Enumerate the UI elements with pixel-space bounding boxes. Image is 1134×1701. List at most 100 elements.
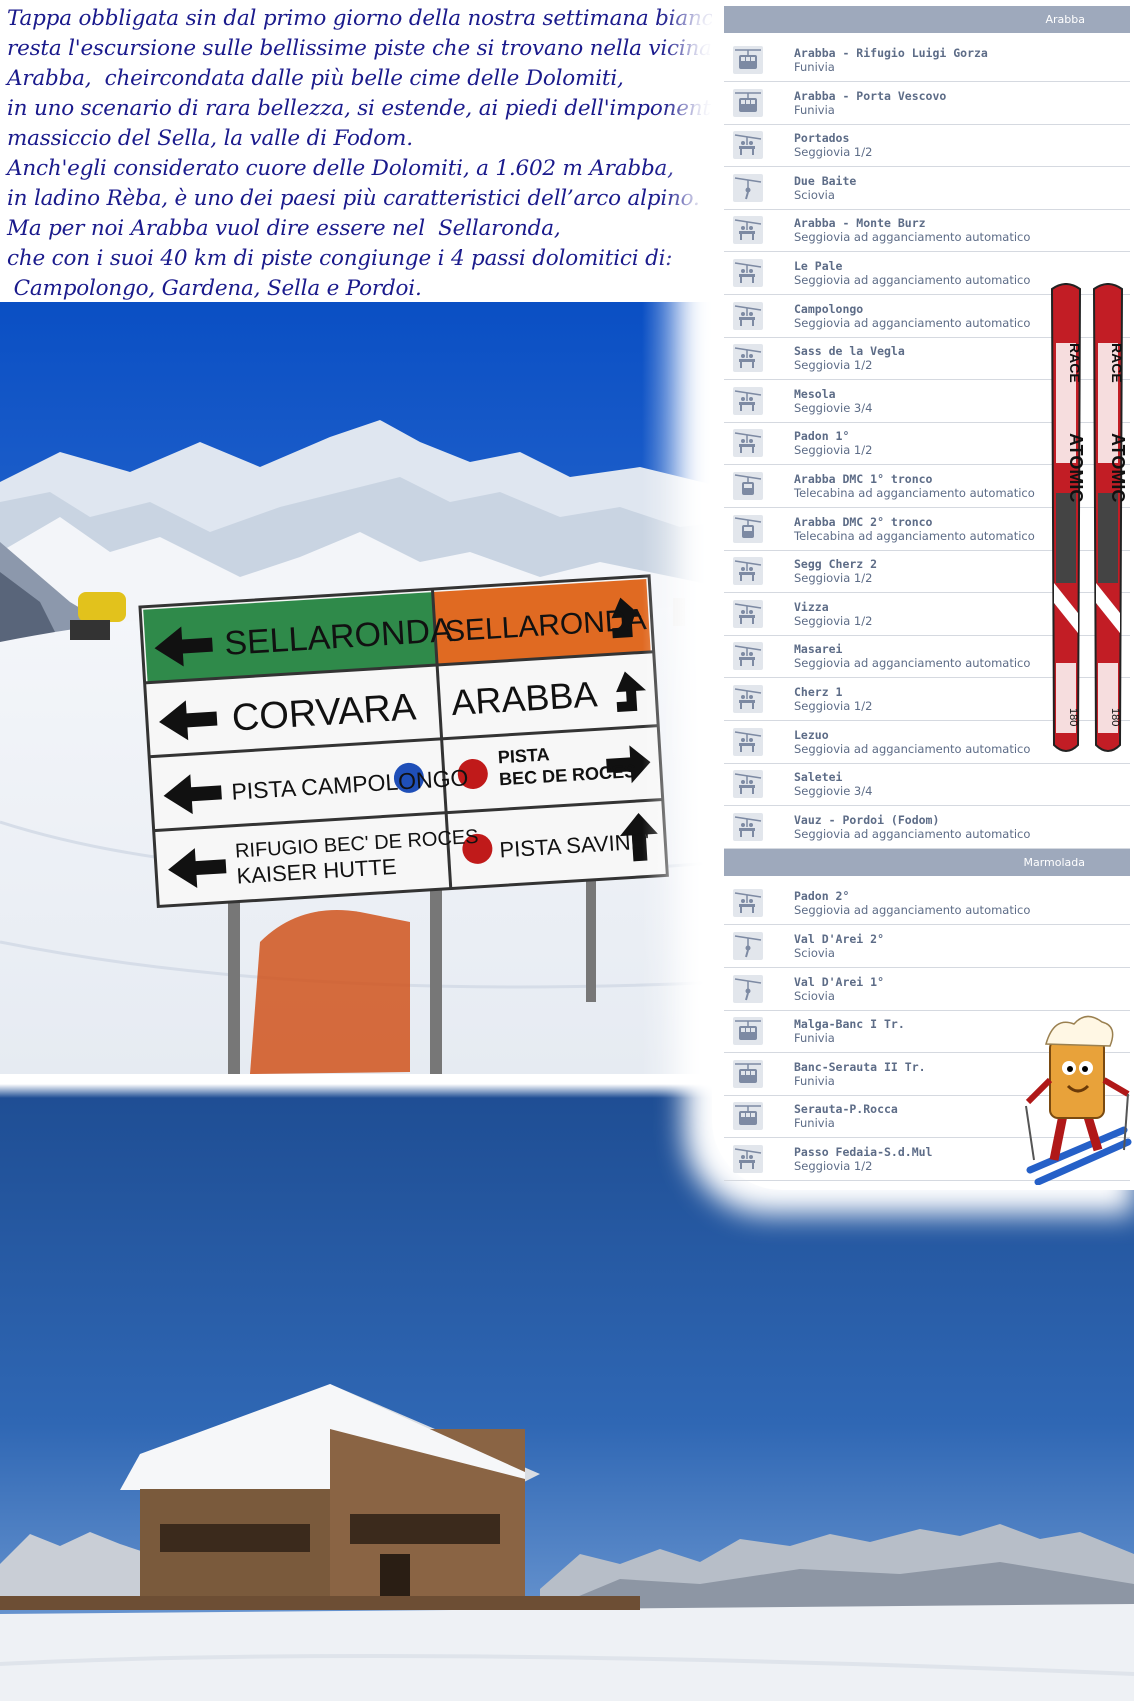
chairlift-icon bbox=[733, 1145, 763, 1173]
lift-type: Sciovia bbox=[794, 946, 835, 960]
lift-type: Seggiovia ad agganciamento automatico bbox=[794, 742, 1031, 756]
lift-name[interactable]: Arabba DMC 2° tronco bbox=[794, 515, 932, 529]
gondola-icon bbox=[733, 515, 763, 543]
lift-row[interactable]: Saletei Seggiovie 3/4 bbox=[724, 763, 1130, 806]
lift-group-header: Arabba bbox=[724, 6, 1130, 33]
lift-name[interactable]: Banc-Serauta II Tr. bbox=[794, 1060, 926, 1074]
intro-line: che con i suoi 40 km di piste congiunge … bbox=[7, 246, 673, 271]
chairlift-icon bbox=[733, 259, 763, 287]
ski-brand-text: ATOMIC bbox=[1108, 433, 1128, 502]
chairlift-icon bbox=[733, 728, 763, 756]
intro-line: in uno scenario di rara bellezza, si est… bbox=[7, 96, 724, 121]
intro-line: Tappa obbligata sin dal primo giorno del… bbox=[7, 6, 727, 31]
lift-type: Funivia bbox=[794, 1116, 835, 1130]
gondola-icon bbox=[733, 472, 763, 500]
drag-lift-icon bbox=[733, 174, 763, 202]
lift-name[interactable]: Arabba DMC 1° tronco bbox=[794, 472, 932, 486]
chairlift-icon bbox=[733, 557, 763, 585]
lift-name[interactable]: Vizza bbox=[794, 600, 829, 614]
cable-car-icon bbox=[733, 1017, 763, 1045]
chairlift-icon bbox=[733, 216, 763, 244]
lift-name[interactable]: Segg Cherz 2 bbox=[794, 557, 877, 571]
lift-type: Seggiovia 1/2 bbox=[794, 699, 873, 713]
lift-name[interactable]: Padon 2° bbox=[794, 889, 849, 903]
lift-type: Telecabina ad agganciamento automatico bbox=[794, 529, 1035, 543]
intro-line: massiccio del Sella, la valle di Fodom. bbox=[7, 126, 413, 151]
ski-length-text: 180 bbox=[1109, 708, 1121, 726]
lift-row[interactable]: Val D'Arei 2° Sciovia bbox=[724, 925, 1130, 968]
lift-row[interactable]: Arabba - Rifugio Luigi Gorza Funivia bbox=[724, 39, 1130, 82]
lift-type: Funivia bbox=[794, 1074, 835, 1088]
lift-name[interactable]: Arabba - Monte Burz bbox=[794, 216, 926, 230]
lift-type: Seggiovia ad agganciamento automatico bbox=[794, 656, 1031, 670]
lift-type: Funivia bbox=[794, 60, 835, 74]
lift-type: Seggiovia ad agganciamento automatico bbox=[794, 903, 1031, 917]
lift-group-title: Marmolada bbox=[1023, 856, 1085, 870]
intro-line: resta l'escursione sulle bellissime pist… bbox=[7, 36, 712, 61]
chairlift-icon bbox=[733, 131, 763, 159]
intro-line: Anch'egli considerato cuore delle Dolomi… bbox=[7, 156, 674, 181]
lift-type: Funivia bbox=[794, 103, 835, 117]
lift-row[interactable]: Due Baite Sciovia bbox=[724, 167, 1130, 210]
chairlift-icon bbox=[733, 642, 763, 670]
lift-name[interactable]: Lezuo bbox=[794, 728, 829, 742]
cable-car-icon bbox=[733, 1060, 763, 1088]
lift-type: Seggiovia ad agganciamento automatico bbox=[794, 827, 1031, 841]
lift-name[interactable]: Le Pale bbox=[794, 259, 842, 273]
intro-text: Tappa obbligata sin dal primo giorno del… bbox=[7, 4, 727, 304]
lift-type: Seggiovia ad agganciamento automatico bbox=[794, 316, 1031, 330]
lift-row[interactable]: Arabba - Porta Vescovo Funivia bbox=[724, 82, 1130, 125]
signpost-photo: SELLARONDA SELLARONDA CORVARA ARABBA PIS… bbox=[0, 302, 722, 1074]
cable-car-icon bbox=[733, 1102, 763, 1130]
lift-type: Telecabina ad agganciamento automatico bbox=[794, 486, 1035, 500]
chairlift-icon bbox=[733, 429, 763, 457]
ski-length-text: 180 bbox=[1067, 708, 1079, 726]
lift-row[interactable]: Val D'Arei 1° Sciovia bbox=[724, 968, 1130, 1011]
lift-name[interactable]: Val D'Arei 2° bbox=[794, 932, 884, 946]
lift-type: Seggiovie 3/4 bbox=[794, 784, 873, 798]
lift-type: Seggiovia ad agganciamento automatico bbox=[794, 230, 1031, 244]
cable-car-icon bbox=[733, 46, 763, 74]
lift-name[interactable]: Arabba - Porta Vescovo bbox=[794, 89, 946, 103]
lift-name[interactable]: Passo Fedaia-S.d.Mul bbox=[794, 1145, 932, 1159]
ski-brand-text: ATOMIC bbox=[1066, 433, 1086, 502]
skis-image: ATOMIC ATOMIC RACE RACE 180 180 bbox=[1048, 283, 1130, 757]
lift-name[interactable]: Cherz 1 bbox=[794, 685, 842, 699]
lift-type: Seggiovia 1/2 bbox=[794, 614, 873, 628]
lift-name[interactable]: Arabba - Rifugio Luigi Gorza bbox=[794, 46, 988, 60]
lift-name[interactable]: Campolongo bbox=[794, 302, 863, 316]
lift-row[interactable]: Padon 2° Seggiovia ad agganciamento autom… bbox=[724, 882, 1130, 925]
lift-row[interactable]: Portados Seggiovia 1/2 bbox=[724, 124, 1130, 167]
lift-name[interactable]: Saletei bbox=[794, 770, 842, 784]
lift-type: Seggiovia 1/2 bbox=[794, 443, 873, 457]
chairlift-icon bbox=[733, 344, 763, 372]
intro-line: in ladino Rèba, è uno dei paesi più cara… bbox=[7, 186, 700, 211]
lift-name[interactable]: Malga-Banc I Tr. bbox=[794, 1017, 905, 1031]
chairlift-icon bbox=[733, 813, 763, 841]
beer-skier-mascot bbox=[1024, 1010, 1134, 1186]
drag-lift-icon bbox=[733, 932, 763, 960]
lift-name[interactable]: Serauta-P.Rocca bbox=[794, 1102, 898, 1116]
lift-name[interactable]: Sass de la Vegla bbox=[794, 344, 905, 358]
drag-lift-icon bbox=[733, 975, 763, 1003]
chairlift-icon bbox=[733, 685, 763, 713]
lift-group-header: Marmolada bbox=[724, 849, 1130, 877]
lift-row[interactable]: Vauz - Pordoi (Fodom) Seggiovia ad agganc… bbox=[724, 806, 1130, 849]
lift-name[interactable]: Due Baite bbox=[794, 174, 856, 188]
ski-model-text: RACE bbox=[1109, 343, 1125, 383]
lift-type: Sciovia bbox=[794, 188, 835, 202]
lift-name[interactable]: Padon 1° bbox=[794, 429, 849, 443]
lift-type: Sciovia bbox=[794, 989, 835, 1003]
lift-name[interactable]: Mesola bbox=[794, 387, 836, 401]
lift-name[interactable]: Vauz - Pordoi (Fodom) bbox=[794, 813, 939, 827]
chairlift-icon bbox=[733, 889, 763, 917]
lift-name[interactable]: Portados bbox=[794, 131, 849, 145]
intro-line: Ma per noi Arabba vuol dire essere nel S… bbox=[7, 216, 561, 241]
lift-group-title: Arabba bbox=[1045, 13, 1086, 26]
lift-row[interactable]: Arabba - Monte Burz Seggiovia ad aggancia… bbox=[724, 209, 1130, 252]
lift-name[interactable]: Val D'Arei 1° bbox=[794, 975, 884, 989]
lift-type: Seggiovie 3/4 bbox=[794, 401, 873, 415]
lift-type: Seggiovia ad agganciamento automatico bbox=[794, 273, 1031, 287]
lift-type: Funivia bbox=[794, 1031, 835, 1045]
lift-name[interactable]: Masarei bbox=[794, 642, 842, 656]
